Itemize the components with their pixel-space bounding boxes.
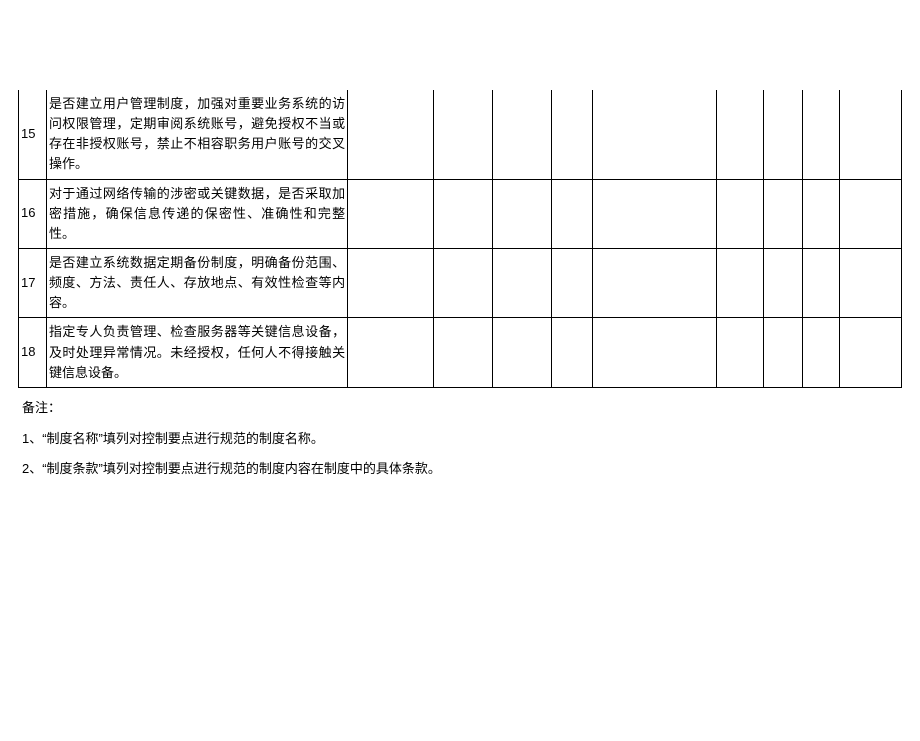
row-description: 是否建立用户管理制度，加强对重要业务系统的访问权限管理，定期审阅系统账号，避免授…	[46, 90, 347, 179]
table-row: 15 是否建立用户管理制度，加强对重要业务系统的访问权限管理，定期审阅系统账号，…	[19, 90, 902, 179]
notes-line-2: 2、“制度条款”填列对控制要点进行规范的制度内容在制度中的具体条款。	[22, 459, 902, 480]
row-number: 17	[19, 248, 47, 317]
cell-empty	[839, 179, 901, 248]
row-number: 15	[19, 90, 47, 179]
cell-empty	[593, 90, 717, 179]
cell-empty	[764, 179, 803, 248]
cell-empty	[348, 179, 434, 248]
cell-empty	[552, 248, 593, 317]
notes-heading: 备注：	[22, 398, 902, 419]
control-points-table: 15 是否建立用户管理制度，加强对重要业务系统的访问权限管理，定期审阅系统账号，…	[18, 90, 902, 388]
cell-empty	[493, 179, 552, 248]
cell-empty	[493, 90, 552, 179]
cell-empty	[802, 318, 839, 387]
cell-empty	[348, 90, 434, 179]
cell-empty	[552, 90, 593, 179]
cell-empty	[434, 248, 493, 317]
cell-empty	[493, 318, 552, 387]
cell-empty	[593, 318, 717, 387]
cell-empty	[802, 90, 839, 179]
cell-empty	[434, 90, 493, 179]
table-row: 17 是否建立系统数据定期备份制度，明确备份范围、频度、方法、责任人、存放地点、…	[19, 248, 902, 317]
row-description: 是否建立系统数据定期备份制度，明确备份范围、频度、方法、责任人、存放地点、有效性…	[46, 248, 347, 317]
table-row: 18 指定专人负责管理、检查服务器等关键信息设备，及时处理异常情况。未经授权，任…	[19, 318, 902, 387]
cell-empty	[839, 90, 901, 179]
notes-line-1: 1、“制度名称”填列对控制要点进行规范的制度名称。	[22, 429, 902, 450]
cell-empty	[716, 90, 763, 179]
cell-empty	[802, 179, 839, 248]
cell-empty	[552, 318, 593, 387]
cell-empty	[764, 90, 803, 179]
cell-empty	[493, 248, 552, 317]
row-number: 16	[19, 179, 47, 248]
cell-empty	[839, 248, 901, 317]
cell-empty	[802, 248, 839, 317]
row-description: 对于通过网络传输的涉密或关键数据，是否采取加密措施，确保信息传递的保密性、准确性…	[46, 179, 347, 248]
row-number: 18	[19, 318, 47, 387]
cell-empty	[348, 248, 434, 317]
cell-empty	[716, 248, 763, 317]
cell-empty	[764, 248, 803, 317]
cell-empty	[593, 248, 717, 317]
cell-empty	[716, 318, 763, 387]
table-row: 16 对于通过网络传输的涉密或关键数据，是否采取加密措施，确保信息传递的保密性、…	[19, 179, 902, 248]
cell-empty	[764, 318, 803, 387]
cell-empty	[716, 179, 763, 248]
cell-empty	[434, 318, 493, 387]
row-description: 指定专人负责管理、检查服务器等关键信息设备，及时处理异常情况。未经授权，任何人不…	[46, 318, 347, 387]
cell-empty	[434, 179, 493, 248]
cell-empty	[348, 318, 434, 387]
cell-empty	[593, 179, 717, 248]
cell-empty	[839, 318, 901, 387]
notes-section: 备注： 1、“制度名称”填列对控制要点进行规范的制度名称。 2、“制度条款”填列…	[18, 398, 902, 480]
cell-empty	[552, 179, 593, 248]
